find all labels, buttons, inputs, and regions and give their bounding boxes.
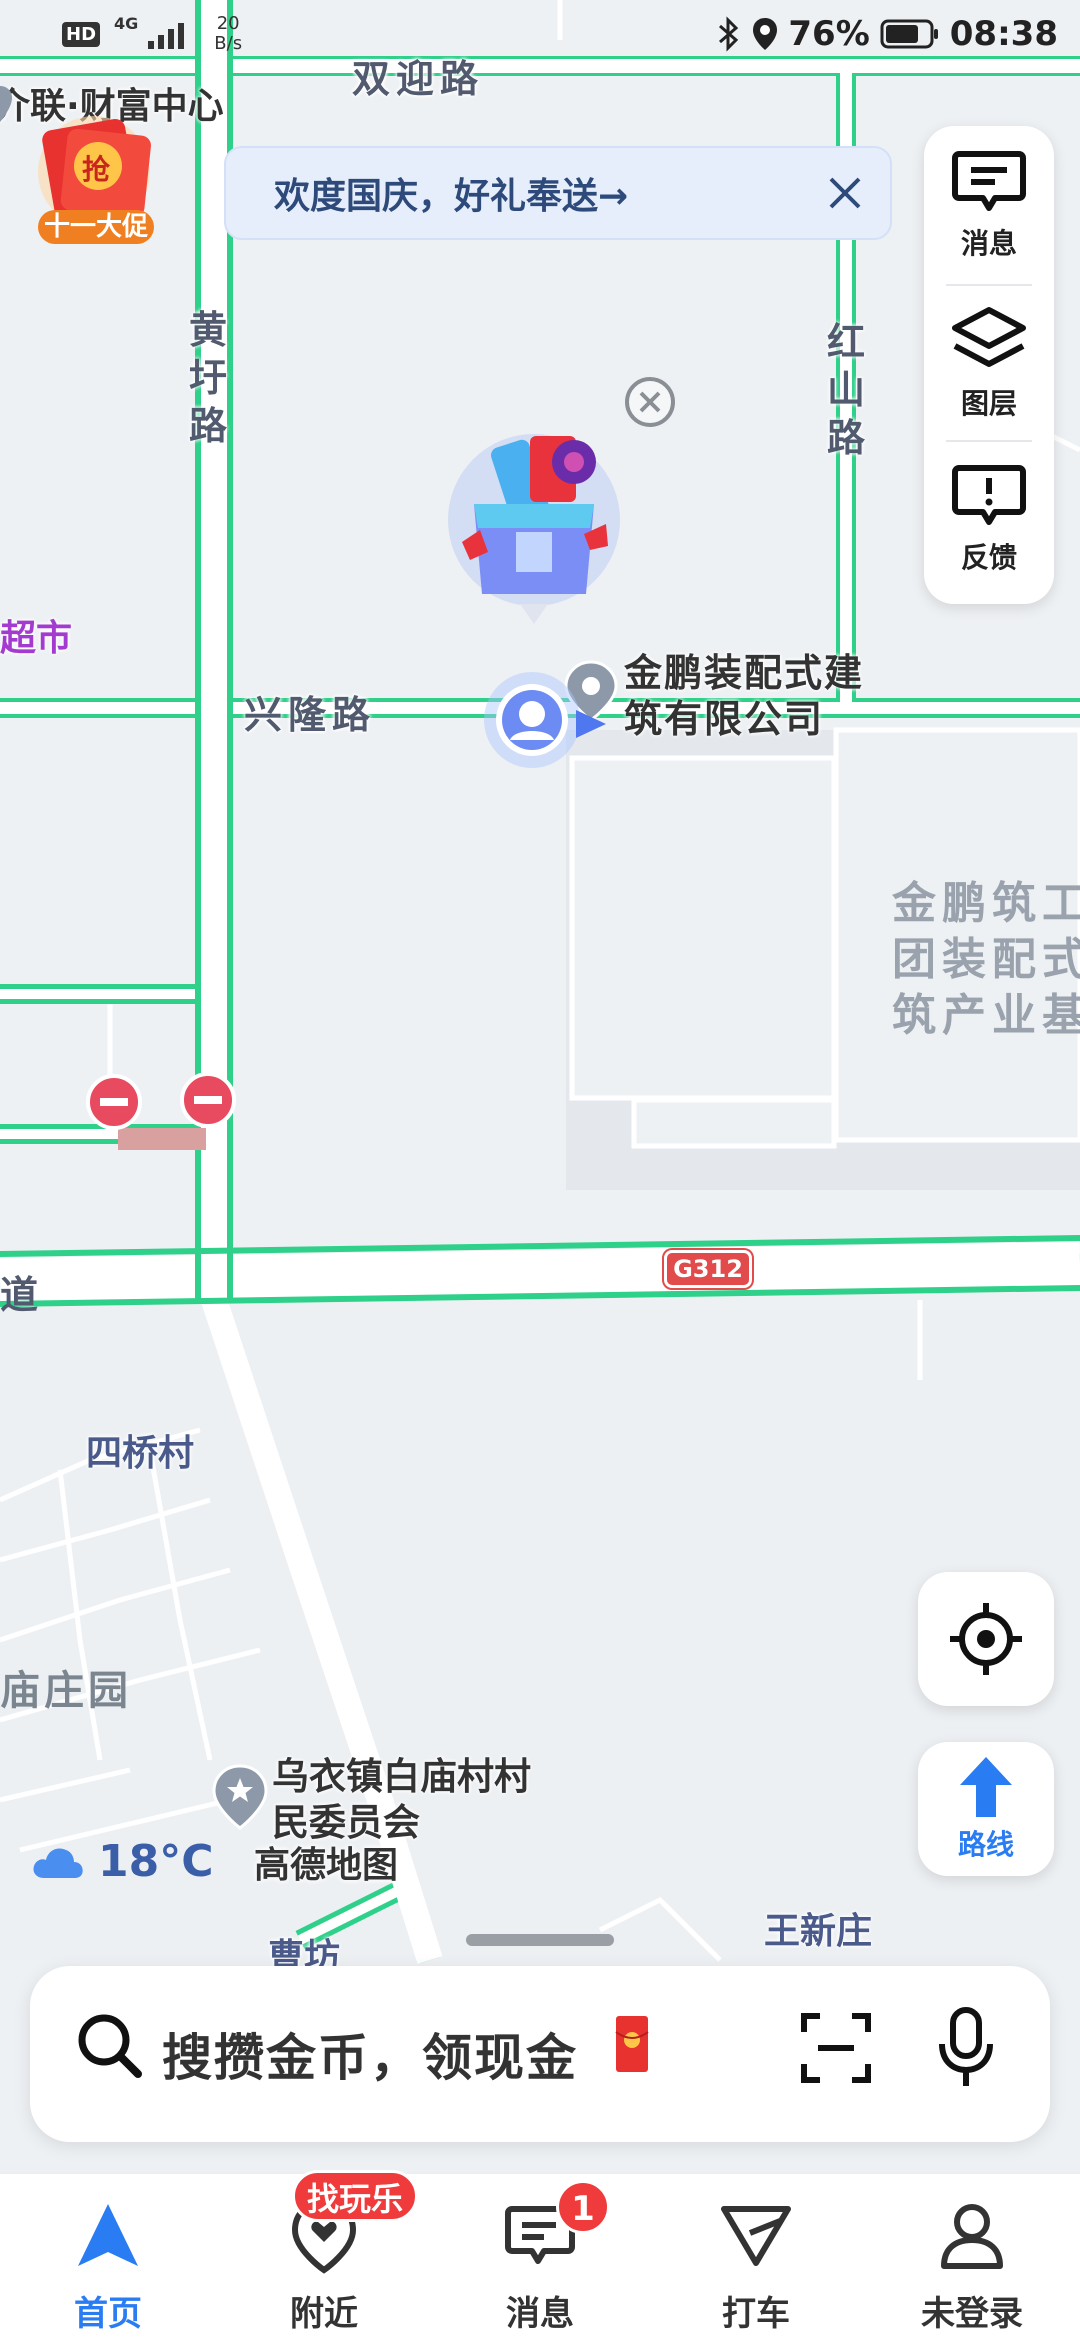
location-icon bbox=[753, 18, 778, 50]
hd-indicator: HD bbox=[62, 21, 101, 47]
nav-taxi-label: 打车 bbox=[722, 2294, 790, 2334]
network-speed: 20 B/s bbox=[214, 13, 243, 54]
nav-nearby-label: 附近 bbox=[290, 2294, 358, 2334]
route-button[interactable]: 路线 bbox=[918, 1742, 1054, 1876]
message-icon bbox=[952, 151, 1026, 211]
search-placeholder[interactable]: 搜攒金币，领现金 bbox=[162, 2018, 578, 2090]
feedback-button[interactable]: 反馈 bbox=[924, 444, 1054, 594]
promo-badge-label: 十一大促 bbox=[43, 212, 148, 242]
road-label-fragment: 道 bbox=[0, 1273, 39, 1317]
microphone-icon[interactable] bbox=[936, 2006, 996, 2090]
status-right: 76% 08:38 bbox=[716, 14, 1058, 54]
poi-label-committee[interactable]: 乌衣镇白庙村村民委员会 bbox=[272, 1754, 552, 1846]
promo-badge[interactable]: 抢 十一大促 bbox=[28, 114, 164, 244]
highway-shield: G312 bbox=[664, 1250, 752, 1288]
poi-star-pin-icon[interactable] bbox=[212, 1764, 268, 1830]
user-icon bbox=[941, 2204, 1003, 2269]
promo-badge-top: 抢 bbox=[82, 153, 111, 186]
gift-box-icon[interactable] bbox=[444, 416, 624, 626]
divider bbox=[946, 440, 1032, 442]
crosshair-icon bbox=[950, 1603, 1022, 1675]
red-packet-icon bbox=[615, 2016, 649, 2072]
bottom-nav: 首页 找玩乐 附近 1 消息 打车 未登录 bbox=[0, 2170, 1080, 2340]
layers-button[interactable]: 图层 bbox=[924, 288, 1054, 438]
nav-nearby[interactable]: 找玩乐 附近 bbox=[216, 2170, 432, 2340]
road-label-right-vertical: 红山路 bbox=[826, 320, 865, 460]
poi-pin-icon bbox=[0, 86, 12, 122]
close-icon bbox=[829, 177, 861, 209]
nav-messages-badge: 1 bbox=[556, 2180, 610, 2234]
nav-profile-label: 未登录 bbox=[921, 2294, 1023, 2334]
nav-profile[interactable]: 未登录 bbox=[864, 2174, 1080, 2340]
status-bar: HD 4G 20 B/s 76% 08:38 bbox=[0, 0, 1080, 72]
village-label-siqiao: 四桥村 bbox=[86, 1433, 195, 1474]
village-label-wangxinzhuang: 王新庄 bbox=[764, 1911, 873, 1952]
layers-label: 图层 bbox=[960, 387, 1017, 420]
search-sheet: 搜攒金币，领现金 bbox=[0, 1960, 1080, 2170]
search-bar[interactable]: 搜攒金币，领现金 bbox=[30, 1966, 1050, 2142]
messages-button[interactable]: 消息 bbox=[924, 130, 1054, 280]
gift-close-icon[interactable] bbox=[622, 374, 678, 430]
layers-icon bbox=[952, 307, 1026, 367]
taxi-arrow-icon bbox=[721, 2206, 791, 2266]
signal-strength-icon bbox=[148, 23, 185, 49]
messages-label: 消息 bbox=[960, 227, 1017, 260]
promo-banner-close-button[interactable] bbox=[814, 162, 876, 224]
nav-home-label: 首页 bbox=[74, 2294, 142, 2334]
promo-banner-text: 欢度国庆，好礼奉送→ bbox=[274, 176, 629, 217]
clock: 08:38 bbox=[949, 14, 1058, 54]
cloud-icon bbox=[33, 1847, 83, 1878]
sheet-drag-handle[interactable] bbox=[466, 1934, 614, 1946]
nav-taxi[interactable]: 打车 bbox=[648, 2174, 864, 2340]
nav-nearby-badge: 找玩乐 bbox=[292, 2170, 419, 2222]
my-location-marker[interactable] bbox=[480, 668, 620, 778]
map-tools-panel: 消息 图层 反馈 bbox=[924, 126, 1054, 604]
promo-banner[interactable]: 欢度国庆，好礼奉送→ bbox=[224, 146, 892, 240]
feedback-label: 反馈 bbox=[960, 541, 1017, 574]
divider bbox=[946, 284, 1032, 286]
road-label-left-vertical: 黄圩路 bbox=[188, 308, 227, 448]
route-arrow-icon bbox=[960, 1757, 1012, 1817]
nav-messages[interactable]: 1 消息 bbox=[432, 2174, 648, 2340]
nav-messages-label: 消息 bbox=[506, 2294, 574, 2334]
scan-icon[interactable] bbox=[800, 2012, 872, 2084]
poi-label-company[interactable]: 金鹏装配式建筑有限公司 bbox=[624, 650, 894, 742]
road-label-middle: 兴隆路 bbox=[244, 693, 377, 737]
network-type: 4G bbox=[114, 14, 139, 33]
route-label: 路线 bbox=[957, 1828, 1014, 1861]
weather-widget[interactable]: 18°C bbox=[30, 1836, 214, 1887]
temperature: 18°C bbox=[98, 1836, 214, 1887]
bluetooth-icon bbox=[719, 16, 739, 52]
search-icon bbox=[78, 2014, 142, 2078]
feedback-icon bbox=[952, 465, 1026, 525]
amap-logo: 高德地图 bbox=[254, 1845, 399, 1886]
nav-home[interactable]: 首页 bbox=[0, 2174, 216, 2340]
area-label-miaozhuang: 庙庄园 bbox=[0, 1668, 132, 1714]
battery-icon bbox=[880, 19, 938, 49]
status-left: HD 4G 20 B/s bbox=[62, 14, 242, 54]
locate-me-button[interactable] bbox=[918, 1572, 1054, 1706]
navigation-arrow-icon bbox=[78, 2204, 138, 2266]
area-label-industrial: 金鹏筑工团装配式筑产业基 bbox=[892, 878, 1080, 1041]
poi-label-supermarket[interactable]: 超市 bbox=[0, 616, 72, 662]
battery-percent: 76% bbox=[788, 14, 870, 54]
